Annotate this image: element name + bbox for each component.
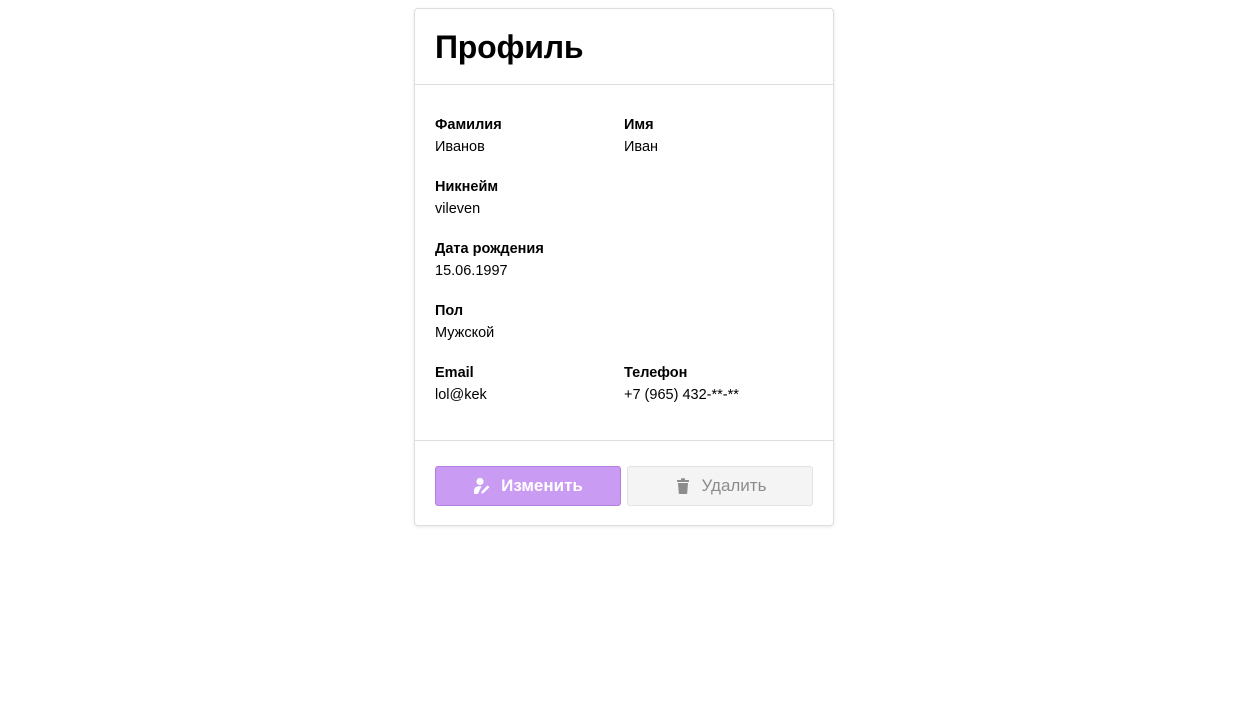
nickname-label: Никнейм <box>435 179 499 195</box>
nickname-field: Никнейм vileven <box>435 178 625 240</box>
email-label: Email <box>435 365 474 381</box>
profile-details: Фамилия Иванов Имя Иван Никнейм vileven … <box>415 85 833 441</box>
delete-button-label: Удалить <box>701 476 767 495</box>
delete-button[interactable]: Удалить <box>627 466 813 506</box>
phone-label: Телефон <box>624 365 688 381</box>
card-header: Профиль <box>415 9 833 85</box>
edit-button-label: Изменить <box>501 476 583 495</box>
nickname-value: vileven <box>435 201 481 217</box>
gender-row: Пол Мужской <box>435 302 813 364</box>
user-edit-icon <box>473 477 491 495</box>
trash-icon <box>674 477 692 495</box>
first-name-label: Имя <box>624 117 654 133</box>
profile-card: Профиль Фамилия Иванов Имя Иван Никнейм … <box>414 8 834 526</box>
page-title: Профиль <box>435 28 584 65</box>
first-name-field: Имя Иван <box>624 116 813 178</box>
gender-label: Пол <box>435 303 464 319</box>
first-name-value: Иван <box>624 139 659 155</box>
email-value: lol@kek <box>435 387 487 403</box>
nickname-row: Никнейм vileven <box>435 178 813 240</box>
birth-date-label: Дата рождения <box>435 241 544 257</box>
name-row: Фамилия Иванов Имя Иван <box>435 116 813 178</box>
contact-row: Email lol@kek Телефон +7 (965) 432-**-** <box>435 364 813 426</box>
card-actions: Изменить Удалить <box>415 441 833 525</box>
email-field: Email lol@kek <box>435 364 624 426</box>
last-name-label: Фамилия <box>435 117 502 133</box>
edit-button[interactable]: Изменить <box>435 466 621 506</box>
birth-date-field: Дата рождения 15.06.1997 <box>435 240 625 302</box>
last-name-value: Иванов <box>435 139 485 155</box>
birth-date-value: 15.06.1997 <box>435 263 508 279</box>
last-name-field: Фамилия Иванов <box>435 116 624 178</box>
gender-value: Мужской <box>435 325 495 341</box>
gender-field: Пол Мужской <box>435 302 625 364</box>
phone-value: +7 (965) 432-**-** <box>624 387 739 403</box>
birth-date-row: Дата рождения 15.06.1997 <box>435 240 813 302</box>
phone-field: Телефон +7 (965) 432-**-** <box>624 364 813 426</box>
